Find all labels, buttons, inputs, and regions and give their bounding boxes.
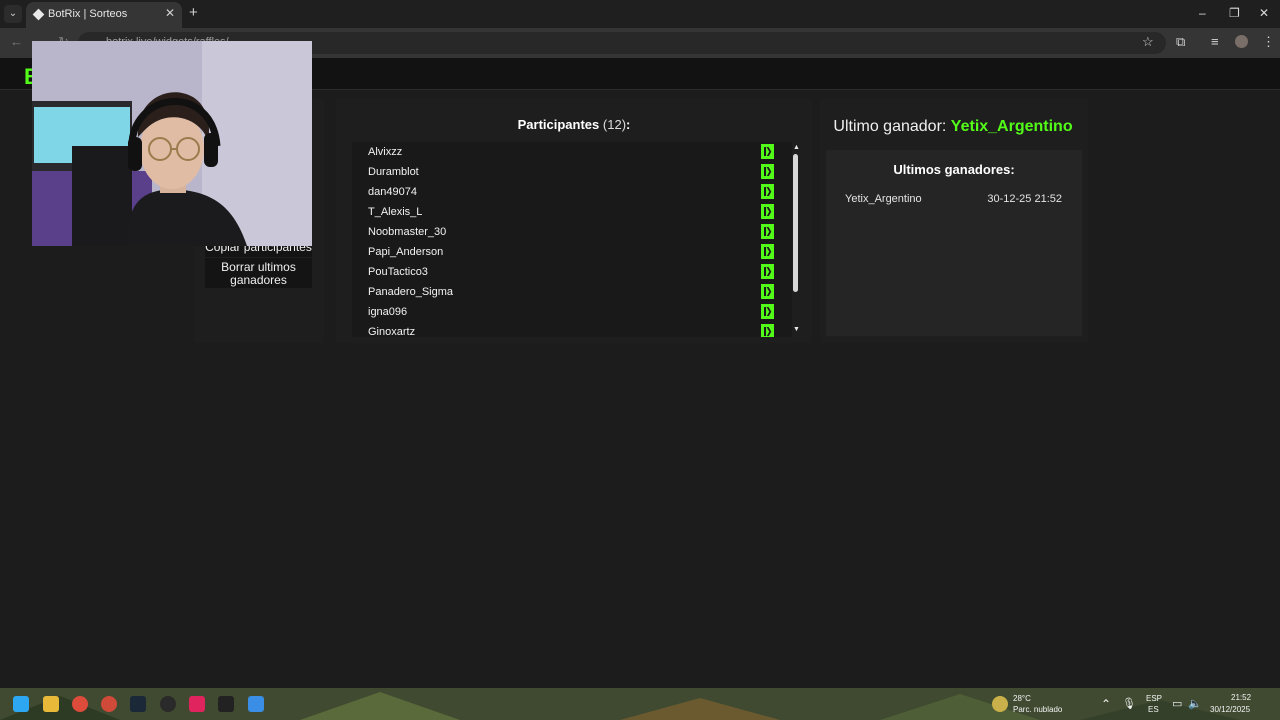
participant-row: T_Alexis_L [368, 202, 788, 222]
profile-avatar[interactable] [1235, 35, 1248, 48]
scroll-thumb[interactable] [793, 154, 798, 292]
kick-icon [761, 324, 774, 337]
favicon-icon [32, 8, 45, 21]
scroll-down-arrow-icon[interactable]: ▼ [793, 326, 800, 333]
participants-panel: Participantes (12): Alvixzz Duramblot da… [336, 98, 812, 343]
participant-row: Panadero_Sigma [368, 282, 788, 302]
participants-scrollbar[interactable]: ▲ ▼ [791, 144, 801, 336]
microphone-icon[interactable]: 🎙 [1122, 697, 1136, 710]
last-winner-heading: Ultimo ganador: Yetix_Argentino [820, 118, 1086, 136]
tab-strip: ⌄ BotRix | Sorteos ✕ + – ❐ ✕ [0, 0, 1280, 28]
restore-icon[interactable]: ❐ [1229, 6, 1240, 20]
participant-name: Papi_Anderson [368, 246, 444, 258]
webcam-overlay [32, 41, 312, 246]
notepad-icon[interactable] [248, 696, 264, 712]
new-tab-icon[interactable]: + [189, 4, 198, 21]
tiktok-live-icon[interactable] [189, 696, 205, 712]
kick-icon [761, 244, 774, 259]
participants-title-colon: : [626, 117, 631, 132]
participant-name: Alvixzz [368, 146, 403, 158]
participants-title-text: Participantes [517, 117, 600, 132]
participant-row: Alvixzz [368, 142, 788, 162]
participant-name: T_Alexis_L [368, 206, 423, 218]
kick-icon [761, 224, 774, 239]
kick-icon [761, 164, 774, 179]
menu-kebab-icon[interactable]: ⋮ [1262, 34, 1275, 50]
participant-name: igna096 [368, 306, 408, 318]
volume-icon[interactable]: 🔈 [1188, 697, 1202, 710]
last-winner-label: Ultimo ganador: [833, 118, 947, 135]
browser-tab[interactable]: BotRix | Sorteos ✕ [26, 2, 182, 28]
participant-row: Papi_Anderson [368, 242, 788, 262]
last-winner-name: Yetix_Argentino [950, 118, 1073, 135]
participant-name: Ginoxartz [368, 326, 416, 337]
kick-icon [761, 144, 774, 159]
tray-chevron-icon[interactable]: ⌃ [1101, 697, 1111, 711]
participant-row: dan49074 [368, 182, 788, 202]
participant-row: igna096 [368, 302, 788, 322]
participant-row: Noobmaster_30 [368, 222, 788, 242]
clock-date[interactable]: 30/12/2025 [1210, 705, 1250, 714]
tab-search-chevron-icon[interactable]: ⌄ [4, 5, 22, 23]
winner-entry-date: 30-12-25 21:52 [987, 193, 1062, 205]
tab-title: BotRix | Sorteos [48, 8, 128, 20]
kick-icon [761, 304, 774, 319]
weather-icon[interactable] [992, 696, 1008, 712]
back-icon[interactable]: ← [10, 34, 23, 49]
participant-row: PouTactico3 [368, 262, 788, 282]
windows-start-icon[interactable] [13, 696, 29, 712]
scroll-up-arrow-icon[interactable]: ▲ [793, 144, 800, 151]
media-controls-icon[interactable]: ≡ [1211, 34, 1219, 49]
file-explorer-icon[interactable] [43, 696, 59, 712]
participants-title: Participantes (12): [336, 117, 812, 132]
participants-count: (12) [602, 117, 627, 132]
kick-icon [761, 264, 774, 279]
participant-row: Ginoxartz [368, 322, 788, 337]
minimize-icon[interactable]: – [1199, 6, 1206, 20]
close-window-icon[interactable]: ✕ [1259, 6, 1269, 20]
chrome-active-icon[interactable] [101, 696, 117, 712]
winners-list: Ultimos ganadores: Yetix_Argentino 30-12… [826, 150, 1082, 336]
obs-icon[interactable] [160, 696, 176, 712]
participant-row: Duramblot [368, 162, 788, 182]
winner-entry-name: Yetix_Argentino [845, 193, 922, 205]
language-sub: ES [1148, 705, 1159, 714]
winner-panel: Ultimo ganador: Yetix_Argentino Ultimos … [820, 98, 1088, 343]
participant-name: Noobmaster_30 [368, 226, 447, 238]
winners-list-title: Ultimos ganadores: [893, 162, 1015, 177]
clock-time[interactable]: 21:52 [1231, 693, 1251, 702]
language-indicator[interactable]: ESP [1146, 694, 1162, 703]
participant-name: Duramblot [368, 166, 419, 178]
steam-icon[interactable] [130, 696, 146, 712]
kick-icon [761, 184, 774, 199]
taskbar: 28°C Parc. nublado ⌃ 🎙 ESP ES ▭ 🔈 21:52 … [0, 688, 1280, 720]
clear-winners-button[interactable]: Borrar ultimos ganadores [205, 258, 312, 288]
kick-icon [761, 204, 774, 219]
participant-name: dan49074 [368, 186, 417, 198]
temperature: 28°C [1013, 694, 1031, 703]
chrome-icon[interactable] [72, 696, 88, 712]
extensions-icon[interactable]: ⧉ [1176, 34, 1185, 50]
participant-name: Panadero_Sigma [368, 286, 454, 298]
epic-games-icon[interactable] [218, 696, 234, 712]
participant-name: PouTactico3 [368, 266, 428, 278]
participants-list[interactable]: Alvixzz Duramblot dan49074 T_Alexis_L No… [352, 142, 792, 337]
weather-text: Parc. nublado [1013, 705, 1063, 714]
network-icon[interactable]: ▭ [1172, 697, 1182, 710]
tab-close-icon[interactable]: ✕ [165, 6, 175, 20]
webcam-image [32, 41, 312, 246]
bookmark-star-icon[interactable]: ☆ [1142, 34, 1154, 50]
kick-icon [761, 284, 774, 299]
